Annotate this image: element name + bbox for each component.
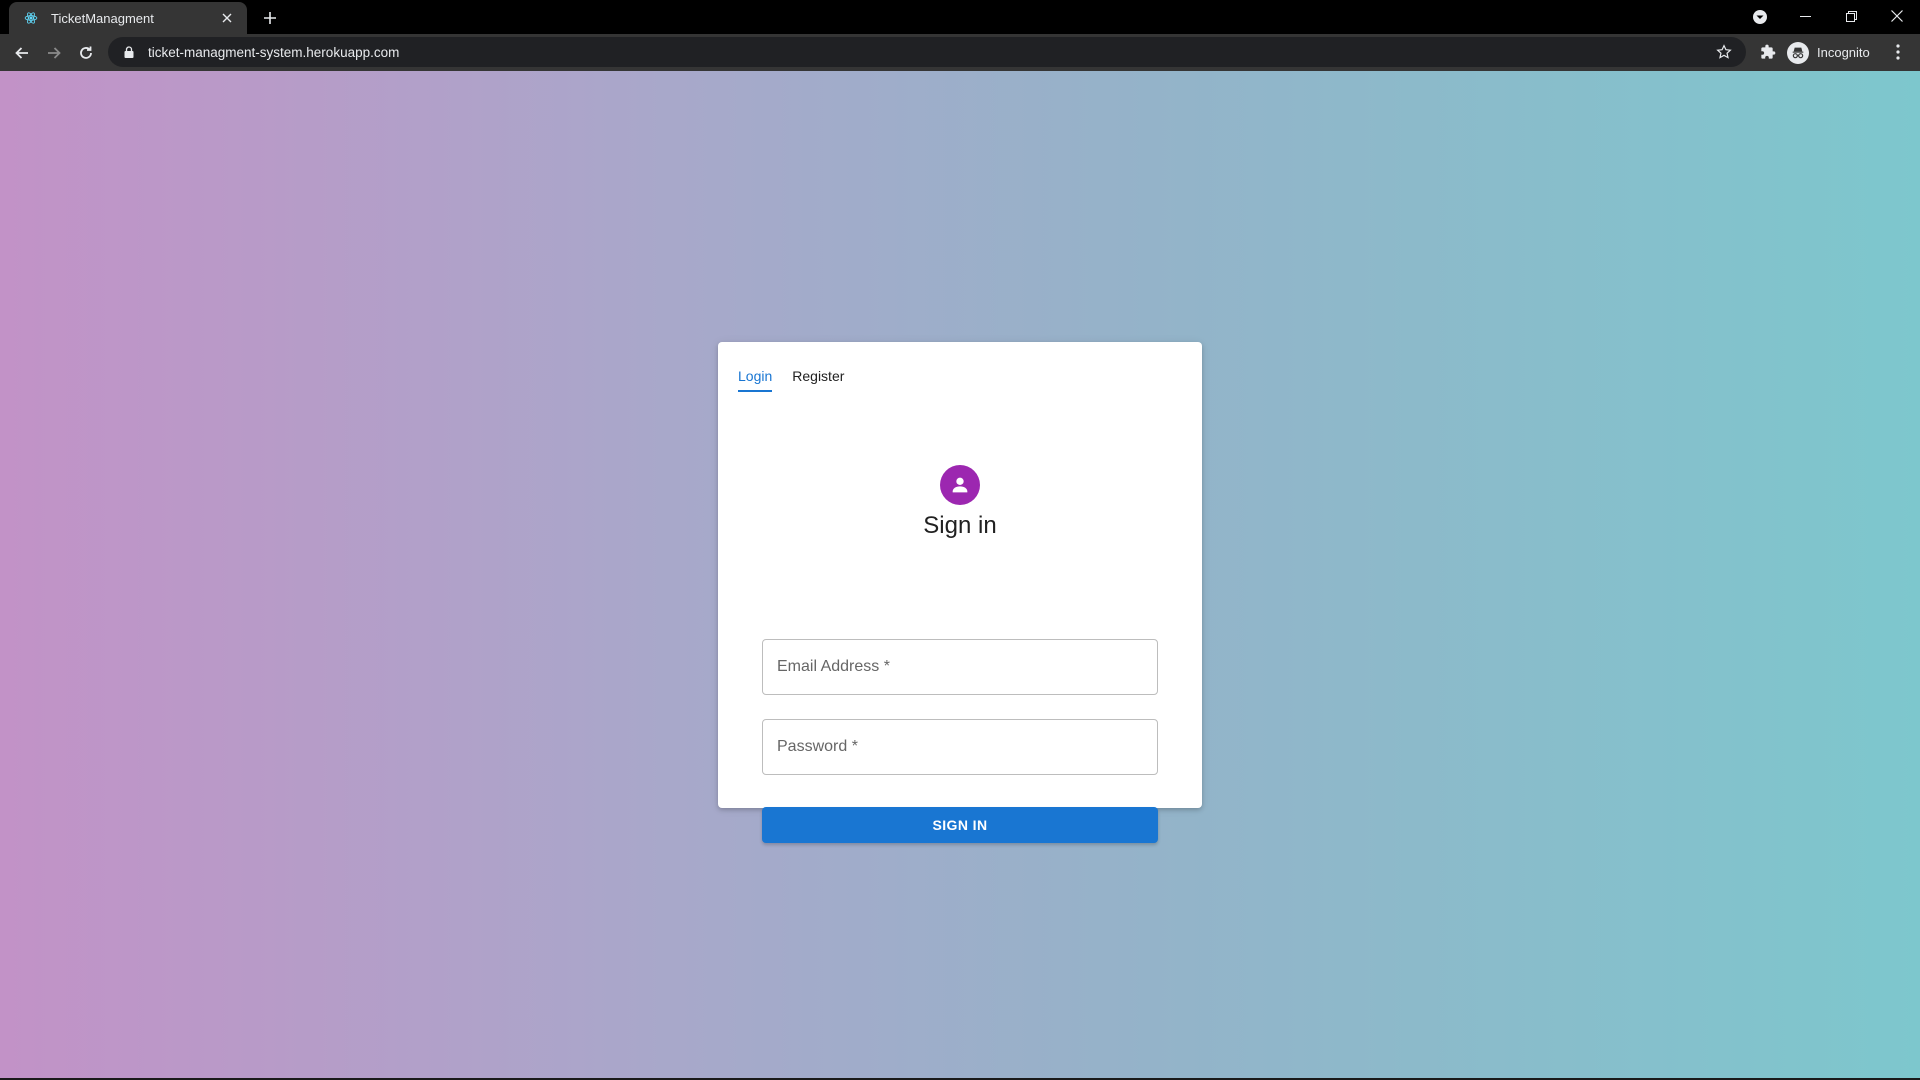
email-field[interactable] bbox=[762, 639, 1158, 695]
incognito-icon bbox=[1787, 41, 1809, 64]
forward-icon[interactable] bbox=[40, 39, 68, 67]
url-text: ticket-managment-system.herokuapp.com bbox=[148, 44, 400, 60]
tab-title: TicketManagment bbox=[51, 10, 154, 26]
auth-card: Login Register Sign in SIGN IN bbox=[718, 342, 1202, 843]
react-icon bbox=[23, 10, 39, 26]
lock-icon[interactable] bbox=[122, 45, 136, 59]
extensions-icon[interactable] bbox=[1756, 40, 1780, 64]
browser-titlebar: TicketManagment bbox=[0, 0, 1920, 34]
email-input[interactable] bbox=[777, 658, 1143, 676]
bookmark-star-icon[interactable] bbox=[1714, 42, 1734, 62]
minimize-icon[interactable] bbox=[1782, 0, 1828, 32]
password-field[interactable] bbox=[762, 719, 1158, 775]
tab-search-icon[interactable] bbox=[1751, 8, 1769, 26]
new-tab-icon[interactable] bbox=[258, 6, 282, 30]
browser-toolbar: ticket-managment-system.herokuapp.com In… bbox=[0, 34, 1920, 71]
page-viewport: Login Register Sign in SIGN IN bbox=[0, 71, 1920, 1078]
auth-tabs: Login Register bbox=[738, 364, 864, 392]
password-input[interactable] bbox=[777, 738, 1143, 756]
account-circle-icon bbox=[940, 465, 980, 505]
reload-icon[interactable] bbox=[72, 39, 100, 67]
incognito-label: Incognito bbox=[1817, 45, 1870, 60]
more-menu-icon[interactable] bbox=[1886, 40, 1910, 64]
sign-in-button[interactable]: SIGN IN bbox=[762, 807, 1158, 843]
tab-login[interactable]: Login bbox=[738, 364, 773, 392]
tab-register[interactable]: Register bbox=[792, 364, 844, 392]
address-bar[interactable]: ticket-managment-system.herokuapp.com bbox=[108, 37, 1746, 67]
close-tab-icon[interactable] bbox=[217, 8, 237, 28]
close-window-icon[interactable] bbox=[1874, 0, 1920, 32]
incognito-indicator[interactable]: Incognito bbox=[1787, 39, 1870, 66]
browser-tab[interactable]: TicketManagment bbox=[9, 2, 247, 34]
page-title: Sign in bbox=[923, 512, 997, 539]
back-icon[interactable] bbox=[8, 39, 36, 67]
restore-icon[interactable] bbox=[1828, 0, 1874, 32]
